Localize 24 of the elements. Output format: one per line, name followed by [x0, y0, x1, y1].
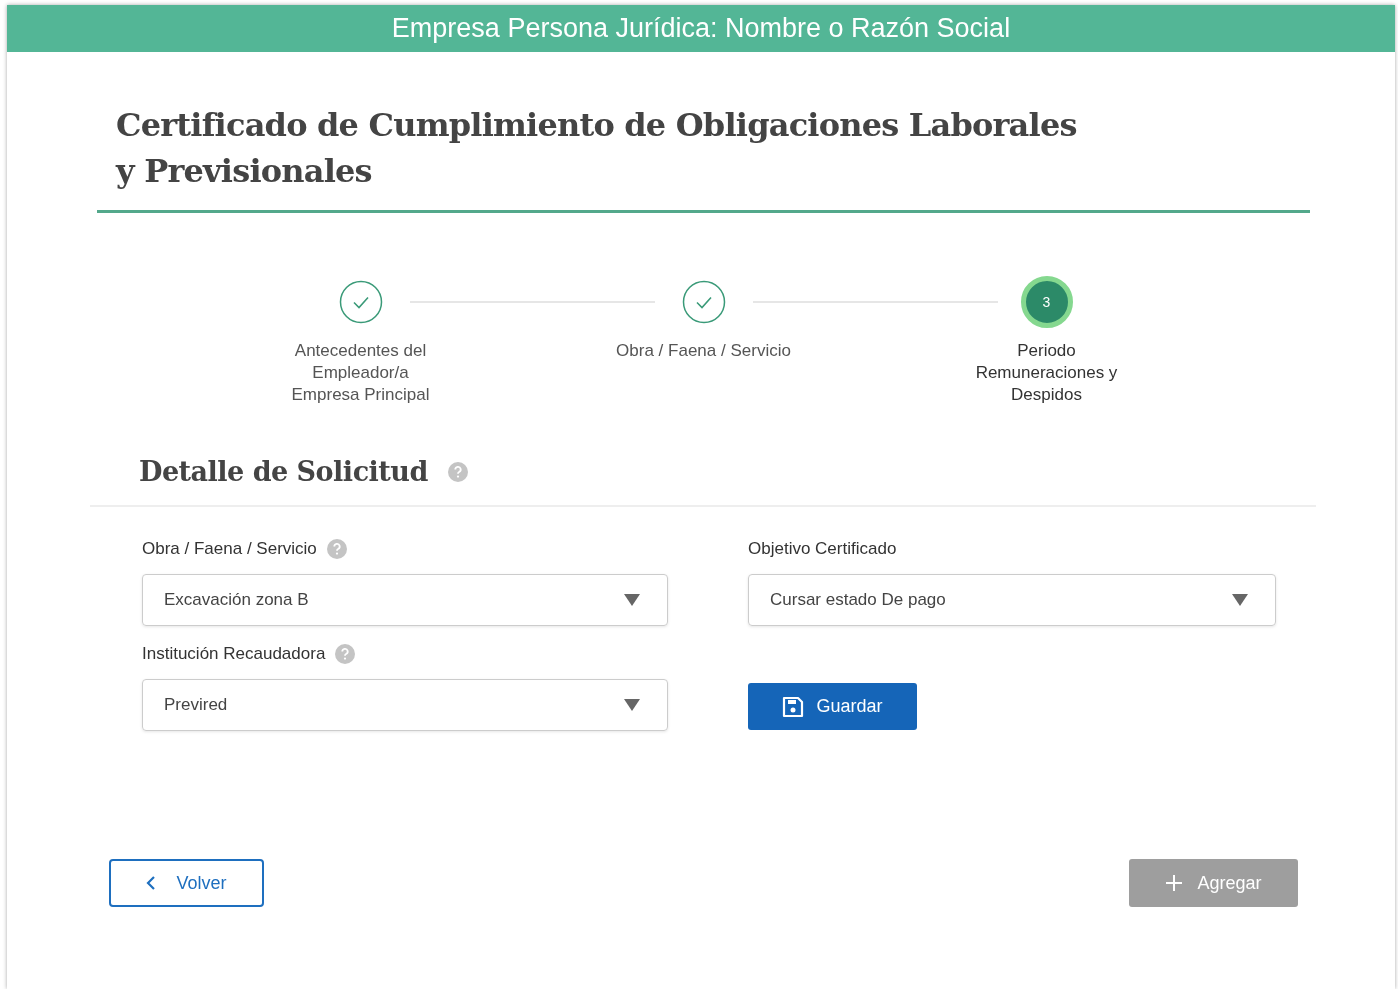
step-label: Obra / Faena / Servicio [615, 340, 792, 362]
dropdown-arrow-icon [1232, 594, 1248, 606]
dropdown-arrow-icon [624, 594, 640, 606]
dropdown[interactable]: Cursar estado De pago [748, 574, 1276, 626]
help-icon[interactable] [335, 644, 356, 664]
plus-icon [1165, 874, 1184, 892]
step-number: 3 [1020, 276, 1073, 328]
help-icon[interactable] [447, 461, 468, 482]
dropdown[interactable]: Excavación zona B [142, 574, 668, 626]
save-button[interactable]: Guardar [748, 683, 917, 730]
page-title: Certificado de Cumplimiento de Obligaciones Laborales y Previsionales [116, 105, 1078, 192]
dropdown[interactable]: Previred [142, 679, 668, 731]
field-label: Objetivo Certificado [748, 539, 897, 559]
chevron-left-icon [146, 876, 157, 890]
section-title: Detalle de Solicitud [139, 456, 428, 487]
step-label: Periodo Remuneraciones y Despidos [974, 340, 1119, 406]
step-label: Antecedentes del Empleador/a Empresa Principal [290, 340, 431, 406]
dropdown-arrow-icon [624, 699, 640, 711]
header-title: Empresa Persona Jurídica: Nombre o Razón Social [391, 13, 1011, 44]
back-button[interactable]: Volver [109, 859, 264, 907]
field-label: Obra / Faena / Servicio [142, 539, 317, 559]
save-icon [782, 695, 805, 718]
help-icon[interactable] [326, 539, 347, 559]
field-label: Institución Recaudadora [142, 644, 326, 664]
